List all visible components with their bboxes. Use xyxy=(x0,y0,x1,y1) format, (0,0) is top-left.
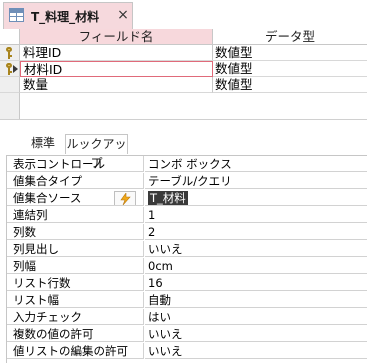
property-value[interactable]: 0cm xyxy=(145,258,367,274)
property-row[interactable]: 入力チェック はい xyxy=(7,309,367,325)
row-selector[interactable] xyxy=(0,77,20,93)
property-name: 表示コントロール xyxy=(7,156,144,172)
field-row[interactable]: 数量 数値型 xyxy=(0,77,367,93)
field-design-grid: フィールド名 データ型 料理ID 数値型 材料ID 数値型 数量 数値型 xyxy=(0,29,367,119)
field-row[interactable]: 料理ID 数値型 xyxy=(0,45,367,61)
document-tab[interactable]: T_料理_材料 × xyxy=(3,2,133,29)
property-row[interactable]: リスト行数 16 xyxy=(7,275,367,291)
property-value[interactable]: いいえ xyxy=(145,326,367,342)
table-icon xyxy=(9,8,24,22)
property-row[interactable]: 列見出し いいえ xyxy=(7,241,367,257)
property-value[interactable]: T_材料 xyxy=(145,190,367,206)
property-name: 値リストの編集の許可 xyxy=(7,343,144,359)
lightning-build-icon xyxy=(120,193,131,205)
primary-key-icon xyxy=(5,47,15,59)
column-header-field-name[interactable]: フィールド名 xyxy=(20,29,213,45)
property-row[interactable]: 連結列 1 xyxy=(7,207,367,223)
property-value[interactable]: はい xyxy=(145,309,367,325)
empty-row-selector-area xyxy=(0,93,20,119)
property-name: 列幅 xyxy=(7,258,144,274)
property-value[interactable]: 16 xyxy=(145,275,367,291)
property-name: 値集合ソース xyxy=(7,190,144,206)
field-name-cell[interactable]: 材料ID xyxy=(20,61,213,77)
property-sheet: 表示コントロール コンボ ボックス 値集合タイプ テーブル/クエリ 値集合ソース… xyxy=(6,155,367,363)
document-tab-title: T_料理_材料 xyxy=(31,10,100,24)
property-value[interactable]: いいえ xyxy=(145,241,367,257)
property-value[interactable]: 2 xyxy=(145,224,367,240)
field-name-cell[interactable]: 数量 xyxy=(20,77,213,93)
property-name: 複数の値の許可 xyxy=(7,326,144,342)
property-name: 列見出し xyxy=(7,241,144,257)
document-tab-strip: T_料理_材料 × xyxy=(0,0,367,29)
field-row[interactable]: 材料ID 数値型 xyxy=(0,61,367,77)
property-row[interactable]: 複数の値の許可 いいえ xyxy=(7,326,367,342)
property-row[interactable]: 値集合タイプ テーブル/クエリ xyxy=(7,173,367,189)
column-header-data-type[interactable]: データ型 xyxy=(213,29,367,45)
property-value[interactable]: いいえ xyxy=(145,343,367,359)
property-name: 連結列 xyxy=(7,207,144,223)
current-row-indicator-icon xyxy=(13,65,18,73)
selected-value[interactable]: T_材料 xyxy=(148,191,188,205)
data-type-cell[interactable]: 数値型 xyxy=(213,45,367,61)
property-value[interactable]: 自動 xyxy=(145,292,367,308)
build-button[interactable] xyxy=(114,191,136,205)
data-type-cell[interactable]: 数値型 xyxy=(213,61,367,77)
property-value[interactable]: コンボ ボックス xyxy=(145,156,367,172)
property-row[interactable]: 値リストの編集の許可 いいえ xyxy=(7,343,367,359)
row-selector[interactable] xyxy=(0,61,20,77)
property-row[interactable]: 値集合ソース T_材料 xyxy=(7,190,367,206)
row-selector[interactable] xyxy=(0,45,20,61)
property-value[interactable]: 1 xyxy=(145,207,367,223)
property-row[interactable]: リスト幅 自動 xyxy=(7,292,367,308)
data-type-cell[interactable]: 数値型 xyxy=(213,77,367,93)
property-value[interactable]: テーブル/クエリ xyxy=(145,173,367,189)
property-row[interactable]: 表示コントロール コンボ ボックス xyxy=(7,156,367,172)
property-row[interactable]: 列数 2 xyxy=(7,224,367,240)
property-name: リスト行数 xyxy=(7,275,144,291)
tab-lookup[interactable]: ルックアップ xyxy=(65,134,128,170)
property-name: 値集合タイプ xyxy=(7,173,144,189)
property-name: 入力チェック xyxy=(7,309,144,325)
row-selector-header[interactable] xyxy=(0,29,20,45)
tab-general[interactable]: 標準 xyxy=(21,134,65,154)
property-name: 列数 xyxy=(7,224,144,240)
property-name-label: 値集合ソース xyxy=(13,191,82,205)
pane-divider[interactable] xyxy=(0,119,367,120)
close-icon[interactable]: × xyxy=(116,7,130,23)
property-row[interactable]: 列幅 0cm xyxy=(7,258,367,274)
property-name: リスト幅 xyxy=(7,292,144,308)
field-name-cell[interactable]: 料理ID xyxy=(20,45,213,61)
